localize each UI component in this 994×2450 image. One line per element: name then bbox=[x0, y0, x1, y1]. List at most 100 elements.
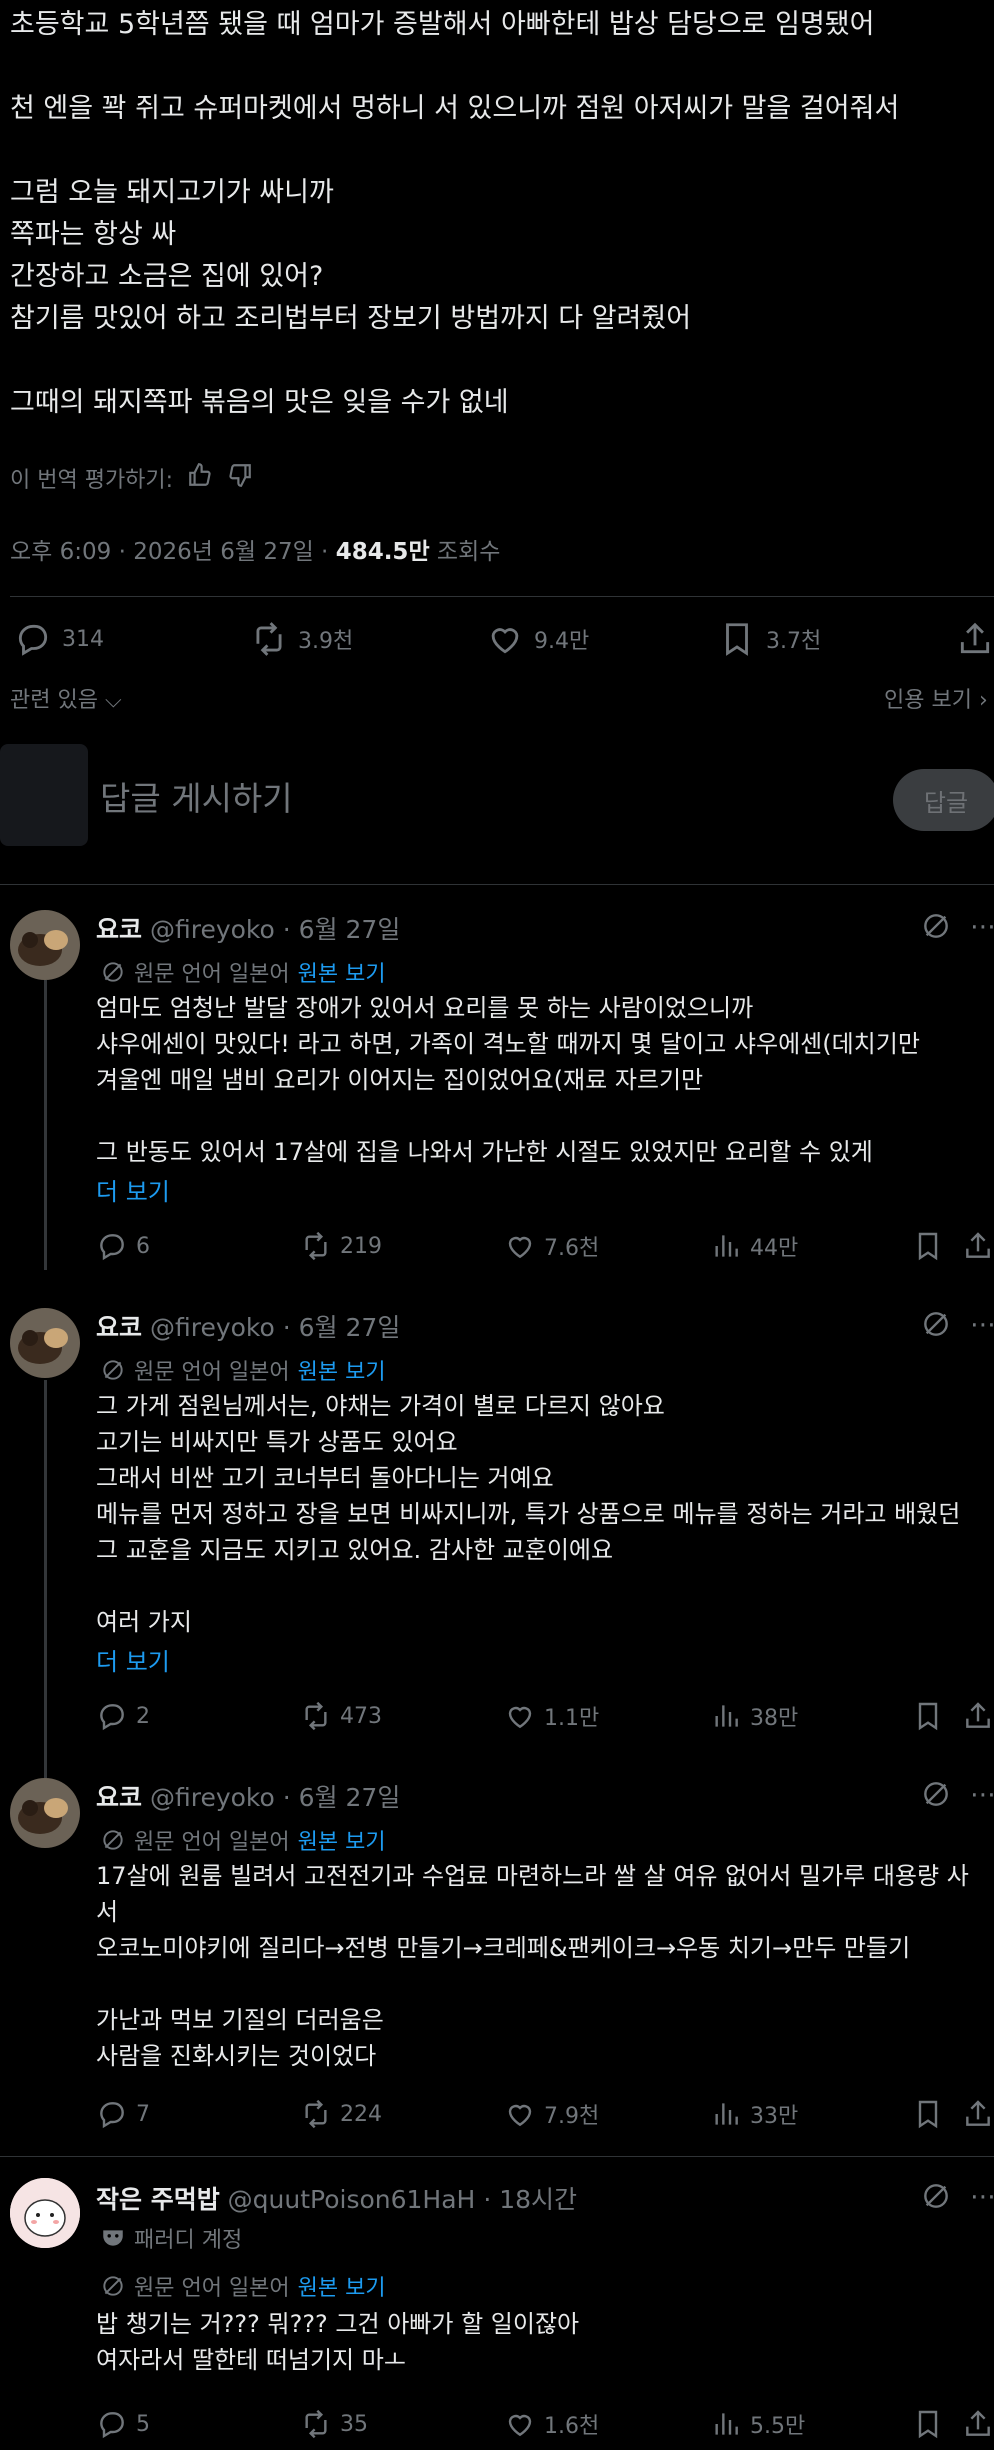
reply-count: 6 bbox=[136, 1233, 150, 1259]
related-toggle[interactable]: 관련 있음 ⌵ bbox=[10, 682, 122, 714]
reply-time: · 18시간 bbox=[483, 2185, 578, 2214]
share-button[interactable] bbox=[956, 620, 994, 658]
reply-line: 샤우에센이 맛있다! 라고 하면, 가족이 격노할 때까지 몇 달이고 샤우에센… bbox=[96, 1030, 920, 1058]
retweet-button[interactable]: 219 bbox=[300, 1230, 382, 1262]
translate-icon bbox=[103, 962, 123, 982]
more-options-icon[interactable]: ⋯ bbox=[970, 1310, 994, 1340]
views-button[interactable]: 33만 bbox=[710, 2098, 798, 2130]
thread-line bbox=[44, 1380, 47, 1780]
avatar[interactable] bbox=[10, 2178, 80, 2248]
like-count: 7.9천 bbox=[544, 2104, 600, 2129]
reply-count-button[interactable]: 314 bbox=[14, 620, 104, 658]
views-button[interactable]: 38만 bbox=[710, 1700, 798, 1732]
reply-text: 그 가게 점원님께서는, 야채는 가격이 별로 다르지 않아요 고기는 비싸지만… bbox=[96, 1388, 960, 1640]
reply-line: 그래서 비싼 고기 코너부터 돌아다니는 거예요 bbox=[96, 1464, 554, 1492]
chevron-down-icon: ⌵ bbox=[104, 688, 122, 713]
bookmark-button[interactable] bbox=[912, 2408, 944, 2440]
more-options-icon[interactable]: ⋯ bbox=[970, 2182, 994, 2212]
author-name: 요코 bbox=[96, 1783, 143, 1812]
share-button[interactable] bbox=[962, 1700, 994, 1732]
reply-count: 314 bbox=[62, 626, 104, 652]
show-original-link[interactable]: 원본 보기 bbox=[298, 2270, 386, 2302]
bookmark-button[interactable] bbox=[912, 1230, 944, 1262]
like-count-button[interactable]: 9.4만 bbox=[486, 620, 589, 658]
more-options-icon[interactable]: ⋯ bbox=[970, 1780, 994, 1810]
retweet-count-button[interactable]: 3.9천 bbox=[250, 620, 353, 658]
reply-author[interactable]: 작은 주먹밥 @quutPoison61HaH · 18시간 bbox=[96, 2180, 577, 2216]
show-original-link[interactable]: 원본 보기 bbox=[298, 1824, 386, 1856]
bookmark-button[interactable] bbox=[912, 1700, 944, 1732]
reply-line: 엄마도 엄청난 발달 장애가 있어서 요리를 못 하는 사람이었으니까 bbox=[96, 994, 754, 1022]
grok-icon[interactable] bbox=[920, 1778, 952, 1814]
bookmark-button[interactable] bbox=[912, 2098, 944, 2130]
translated-label: 원문 언어 일본어 bbox=[134, 1830, 290, 1855]
retweet-button[interactable]: 224 bbox=[300, 2098, 382, 2130]
divider bbox=[0, 884, 994, 885]
reply-submit-button[interactable]: 답글 bbox=[893, 769, 994, 831]
reply-button[interactable]: 2 bbox=[96, 1700, 150, 1732]
reply-line: 밥 챙기는 거??? 뭐??? 그건 아빠가 할 일이잖아 bbox=[96, 2310, 580, 2338]
show-more-link[interactable]: 더 보기 bbox=[96, 1172, 170, 1207]
post-line bbox=[10, 130, 899, 172]
share-icon bbox=[966, 2410, 990, 2436]
divider bbox=[0, 2156, 994, 2157]
thumbs-up-icon[interactable] bbox=[187, 462, 213, 494]
show-more-link[interactable]: 더 보기 bbox=[96, 1642, 170, 1677]
view-quotes-link[interactable]: 인용 보기 › bbox=[884, 682, 988, 714]
reply-time: · 6월 27일 bbox=[282, 915, 401, 944]
like-button[interactable]: 1.6천 bbox=[504, 2408, 599, 2440]
avatar[interactable] bbox=[10, 1308, 80, 1378]
bookmark-count-button[interactable]: 3.7천 bbox=[718, 620, 821, 658]
view-count: 33만 bbox=[750, 2104, 799, 2129]
avatar[interactable] bbox=[10, 1778, 80, 1848]
post-line: 천 엔을 꽉 쥐고 슈퍼마켓에서 멍하니 서 있으니까 점원 아저씨가 말을 걸… bbox=[10, 93, 900, 124]
reply-icon bbox=[100, 2102, 124, 2129]
show-original-link[interactable]: 원본 보기 bbox=[298, 956, 386, 988]
reply-author[interactable]: 요코 @fireyoko · 6월 27일 bbox=[96, 1778, 400, 1814]
like-count: 9.4만 bbox=[534, 629, 590, 654]
translated-notice: 원문 언어 일본어 원본 보기 bbox=[100, 1354, 386, 1386]
reply-button[interactable]: 6 bbox=[96, 1230, 150, 1262]
bookmark-icon bbox=[726, 623, 748, 656]
reply-author[interactable]: 요코 @fireyoko · 6월 27일 bbox=[96, 910, 400, 946]
reply-icon bbox=[100, 1704, 124, 1731]
retweet-count: 35 bbox=[340, 2411, 368, 2437]
grok-icon[interactable] bbox=[920, 1308, 952, 1344]
more-options-icon[interactable]: ⋯ bbox=[970, 912, 994, 942]
thumbs-down-icon[interactable] bbox=[227, 462, 253, 494]
reply-line: 메뉴를 먼저 정하고 장을 보면 비싸지니까, 특가 상품으로 메뉴를 정하는 … bbox=[96, 1500, 961, 1528]
like-button[interactable]: 7.9천 bbox=[504, 2098, 599, 2130]
post-line: 쪽파는 항상 싸 bbox=[10, 219, 177, 250]
views-button[interactable]: 5.5만 bbox=[710, 2408, 805, 2440]
retweet-button[interactable]: 35 bbox=[300, 2408, 368, 2440]
analytics-icon bbox=[715, 2103, 738, 2125]
bookmark-count: 3.7천 bbox=[766, 629, 822, 654]
reply-author[interactable]: 요코 @fireyoko · 6월 27일 bbox=[96, 1308, 400, 1344]
views-button[interactable]: 44만 bbox=[710, 1230, 798, 1262]
heart-icon bbox=[491, 628, 519, 654]
grok-icon[interactable] bbox=[920, 2180, 952, 2216]
grok-icon[interactable] bbox=[920, 910, 952, 946]
share-button[interactable] bbox=[962, 2408, 994, 2440]
like-count: 1.6천 bbox=[544, 2414, 600, 2439]
reply-text: 밥 챙기는 거??? 뭐??? 그건 아빠가 할 일이잖아 여자라서 딸한테 떠… bbox=[96, 2306, 579, 2378]
share-icon bbox=[966, 1232, 990, 1258]
view-count-label: 조회수 bbox=[429, 539, 501, 565]
author-name: 작은 주먹밥 bbox=[96, 2185, 220, 2214]
reply-button[interactable]: 7 bbox=[96, 2098, 150, 2130]
translated-label: 원문 언어 일본어 bbox=[134, 962, 290, 987]
share-button[interactable] bbox=[962, 2098, 994, 2130]
author-handle: @fireyoko bbox=[149, 915, 275, 944]
reply-button[interactable]: 5 bbox=[96, 2408, 150, 2440]
share-button[interactable] bbox=[962, 1230, 994, 1262]
retweet-button[interactable]: 473 bbox=[300, 1700, 382, 1732]
post-timestamp[interactable]: 오후 6:09 · 2026년 6월 27일 · bbox=[10, 539, 336, 565]
like-button[interactable]: 7.6천 bbox=[504, 1230, 599, 1262]
author-name: 요코 bbox=[96, 1313, 143, 1342]
show-original-link[interactable]: 원본 보기 bbox=[298, 1354, 386, 1386]
reply-input[interactable]: 답글 게시하기 bbox=[100, 772, 293, 820]
like-button[interactable]: 1.1만 bbox=[504, 1700, 599, 1732]
reply-line: 겨울엔 매일 냄비 요리가 이어지는 집이었어요(재료 자르기만 bbox=[96, 1066, 704, 1094]
avatar[interactable] bbox=[10, 910, 80, 980]
bookmark-icon bbox=[918, 2100, 938, 2129]
